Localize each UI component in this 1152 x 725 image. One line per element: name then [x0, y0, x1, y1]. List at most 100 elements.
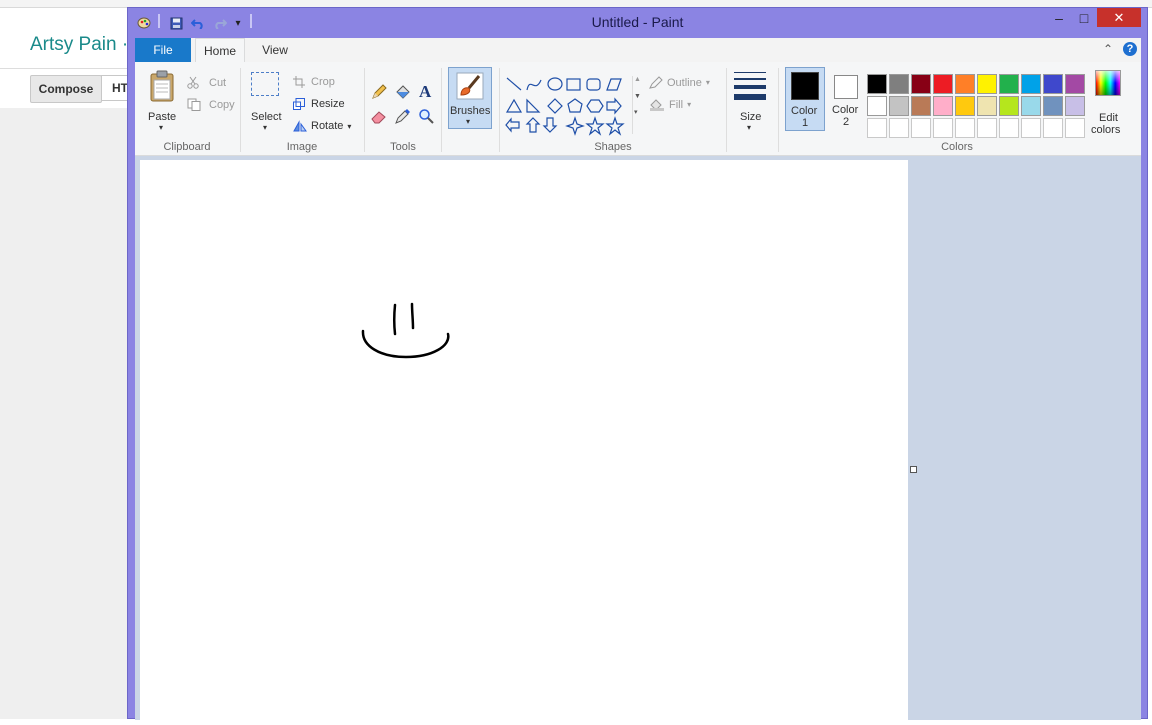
palette-swatch[interactable] — [933, 118, 953, 138]
palette-swatch[interactable] — [1065, 96, 1085, 116]
edit-colors-button[interactable]: Edit colors — [1089, 70, 1127, 136]
palette-swatch[interactable] — [999, 96, 1019, 116]
tab-view[interactable]: View — [253, 38, 297, 62]
crop-icon — [293, 76, 305, 88]
palette-swatch[interactable] — [999, 118, 1019, 138]
palette-swatch[interactable] — [911, 74, 931, 94]
color2-label: Color — [832, 104, 859, 116]
scroll-up-icon[interactable]: ▲ — [633, 76, 643, 83]
palette-swatch[interactable] — [889, 118, 909, 138]
color1-swatch — [791, 72, 819, 100]
canvas-resize-handle[interactable] — [910, 466, 917, 473]
palette-swatch[interactable] — [889, 96, 909, 116]
html-tab[interactable]: HT — [101, 75, 130, 101]
palette-swatch[interactable] — [933, 96, 953, 116]
select-rect-icon — [251, 72, 279, 96]
ribbon: Paste ▾ Cut Copy Clipboard Select ▾ Crop… — [135, 62, 1141, 156]
background-site-title: Artsy Pain · — [30, 34, 129, 55]
text-icon[interactable]: A — [419, 82, 431, 102]
palette-swatch[interactable] — [1043, 96, 1063, 116]
palette-swatch[interactable] — [1021, 118, 1041, 138]
palette-swatch[interactable] — [933, 74, 953, 94]
clipboard-group-label: Clipboard — [163, 141, 211, 153]
shapes-more-icon[interactable]: ▾ — [633, 108, 643, 116]
background-editor-area — [0, 108, 130, 719]
eraser-icon[interactable] — [371, 108, 387, 124]
select-dropdown-icon[interactable]: ▾ — [263, 123, 267, 132]
scissors-icon — [187, 76, 199, 89]
palette-swatch[interactable] — [977, 118, 997, 138]
palette-swatch[interactable] — [955, 74, 975, 94]
palette-swatch[interactable] — [867, 74, 887, 94]
resize-button[interactable]: Resize — [293, 98, 345, 110]
paste-dropdown-icon[interactable]: ▾ — [159, 123, 163, 132]
size-label: Size — [740, 111, 762, 123]
palette-swatch[interactable] — [911, 96, 931, 116]
collapse-ribbon-icon[interactable]: ⌃ — [1103, 42, 1113, 56]
title-bar[interactable]: ▾ Untitled - Paint – □ ✕ — [128, 8, 1147, 38]
shapes-group-label: Shapes — [594, 141, 632, 153]
brushes-button[interactable]: Brushes ▾ — [448, 67, 492, 129]
color1-button[interactable]: Color 1 — [785, 67, 825, 131]
color2-button[interactable]: Color 2 — [827, 67, 867, 131]
palette-swatch[interactable] — [1065, 118, 1085, 138]
fill-icon — [650, 99, 664, 111]
brushes-dropdown-icon[interactable]: ▾ — [466, 117, 470, 126]
palette-swatch[interactable] — [1043, 74, 1063, 94]
copy-icon — [187, 98, 201, 111]
resize-icon — [293, 98, 305, 110]
tab-home[interactable]: Home — [195, 38, 245, 62]
image-group-label: Image — [286, 141, 318, 153]
palette-swatch[interactable] — [911, 118, 931, 138]
shapes-gallery[interactable] — [505, 76, 637, 136]
palette-swatch[interactable] — [1021, 74, 1041, 94]
tab-file[interactable]: File — [135, 38, 191, 62]
palette-swatch[interactable] — [999, 74, 1019, 94]
palette-swatch[interactable] — [1021, 96, 1041, 116]
ribbon-tabs: File Home View ⌃ ? — [135, 38, 1141, 62]
palette-swatch[interactable] — [977, 96, 997, 116]
outline-button[interactable]: Outline ▾ — [649, 76, 710, 89]
paste-button[interactable]: Paste ▾ — [143, 68, 181, 132]
compose-tab[interactable]: Compose — [30, 75, 102, 103]
size-button[interactable]: Size ▾ — [732, 68, 772, 132]
outline-dropdown-icon[interactable]: ▾ — [706, 78, 710, 87]
pencil-icon[interactable] — [371, 84, 387, 100]
crop-button[interactable]: Crop — [293, 76, 335, 88]
rotate-dropdown-icon[interactable]: ▾ — [347, 122, 351, 131]
help-icon[interactable]: ? — [1123, 42, 1137, 56]
palette-swatch[interactable] — [889, 74, 909, 94]
palette-swatch[interactable] — [867, 96, 887, 116]
ribbon-separator — [240, 68, 241, 152]
size-dropdown-icon[interactable]: ▾ — [747, 123, 751, 132]
fill-bucket-icon[interactable] — [394, 84, 412, 100]
paste-icon — [150, 70, 174, 102]
palette-swatch[interactable] — [955, 96, 975, 116]
smiley-drawing — [361, 302, 450, 359]
palette-swatch[interactable] — [955, 118, 975, 138]
ribbon-separator — [499, 68, 500, 152]
close-button[interactable]: ✕ — [1097, 8, 1141, 27]
edit-colors-label-2: colors — [1091, 124, 1121, 136]
maximize-button[interactable]: □ — [1071, 8, 1097, 28]
palette-swatch[interactable] — [1043, 118, 1063, 138]
rotate-button[interactable]: Rotate ▾ — [293, 120, 351, 132]
palette-swatch[interactable] — [1065, 74, 1085, 94]
color-picker-icon[interactable] — [395, 108, 411, 124]
minimize-button[interactable]: – — [1047, 8, 1071, 28]
brush-icon — [456, 72, 484, 100]
select-button[interactable]: Select ▾ — [247, 68, 285, 132]
palette-swatch[interactable] — [867, 118, 887, 138]
drawing-canvas[interactable] — [140, 160, 908, 720]
window-title: Untitled - Paint — [591, 14, 684, 30]
fill-dropdown-icon[interactable]: ▾ — [687, 100, 691, 109]
palette-swatch[interactable] — [977, 74, 997, 94]
tools-group-label: Tools — [390, 141, 416, 153]
copy-button[interactable]: Copy — [187, 98, 235, 111]
cut-button[interactable]: Cut — [187, 76, 226, 89]
color-palette — [867, 74, 1085, 138]
shapes-scrollbar[interactable]: ▲ ▼ ▾ — [632, 76, 643, 134]
scroll-down-icon[interactable]: ▼ — [633, 93, 643, 100]
magnifier-icon[interactable] — [418, 108, 434, 124]
fill-button[interactable]: Fill ▾ — [649, 98, 691, 111]
